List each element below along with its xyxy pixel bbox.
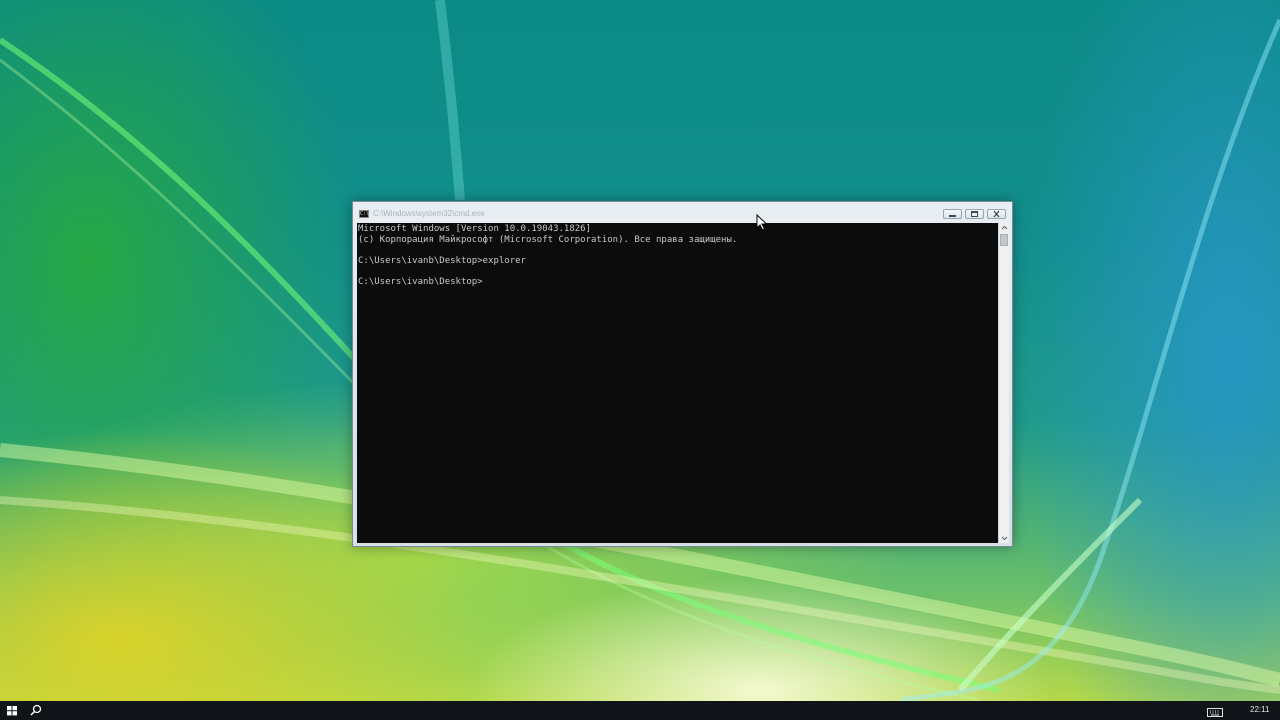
window-title: C:\Windows\system32\cmd.exe xyxy=(373,209,485,218)
minimize-icon xyxy=(949,215,956,217)
console-line: C:\Users\ivanb\Desktop> xyxy=(358,276,483,287)
search-icon xyxy=(30,704,42,716)
scroll-thumb[interactable] xyxy=(1000,234,1008,246)
taskbar: 22:11 xyxy=(0,701,1280,720)
start-button[interactable] xyxy=(3,702,21,719)
console-line: (c) Корпорация Майкрософт (Microsoft Cor… xyxy=(358,234,738,245)
console-line: Microsoft Windows [Version 10.0.19043.18… xyxy=(358,224,591,234)
cmd-window[interactable]: C:\ C:\Windows\system32\cmd.exe Microsof… xyxy=(352,201,1013,547)
maximize-button[interactable] xyxy=(965,209,984,219)
keyboard-icon xyxy=(1207,708,1223,717)
console-text: Microsoft Windows [Version 10.0.19043.18… xyxy=(358,224,737,288)
maximize-icon xyxy=(971,211,978,217)
title-bar[interactable]: C:\ C:\Windows\system32\cmd.exe xyxy=(353,202,1012,223)
minimize-button[interactable] xyxy=(943,209,962,219)
console-line: C:\Users\ivanb\Desktop>explorer xyxy=(358,255,526,266)
scroll-down-arrow-icon[interactable] xyxy=(999,533,1010,543)
windows-logo-icon xyxy=(7,706,17,716)
taskbar-clock[interactable]: 22:11 xyxy=(1250,705,1269,714)
close-icon xyxy=(993,210,1000,218)
console-output[interactable]: Microsoft Windows [Version 10.0.19043.18… xyxy=(357,223,998,543)
close-button[interactable] xyxy=(987,209,1006,219)
mouse-pointer-icon xyxy=(756,214,768,231)
cmd-app-icon: C:\ xyxy=(359,210,370,218)
touch-keyboard-button[interactable] xyxy=(1206,704,1224,717)
search-button[interactable] xyxy=(27,702,45,719)
vertical-scrollbar[interactable] xyxy=(998,223,1009,543)
scroll-up-arrow-icon[interactable] xyxy=(999,223,1010,233)
